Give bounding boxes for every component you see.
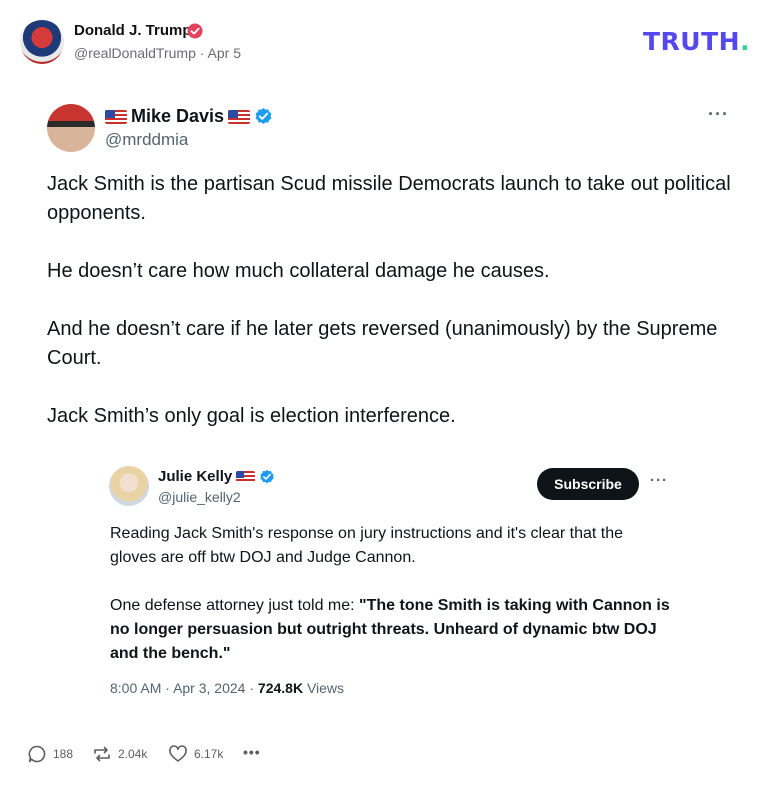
tweet-body: Jack Smith is the partisan Scud missile … bbox=[47, 170, 737, 460]
quoted-time: 8:00 AM bbox=[110, 680, 162, 696]
quoted-author-name-row: Julie Kelly bbox=[158, 468, 275, 485]
tweet-paragraph: Jack Smith is the partisan Scud missile … bbox=[47, 173, 731, 224]
tweet-paragraph: He doesn’t care how much collateral dama… bbox=[47, 260, 550, 282]
views-label: Views bbox=[306, 680, 345, 696]
subscribe-button: Subscribe bbox=[537, 468, 639, 500]
tweet-author-handle: @mrddmia bbox=[105, 130, 189, 149]
quoted-paragraph: One defense attorney just told me: "The … bbox=[110, 594, 670, 666]
like-count: 6.17k bbox=[194, 747, 224, 761]
quoted-date: Apr 3, 2024 bbox=[173, 680, 246, 696]
us-flag-icon bbox=[236, 470, 256, 483]
heart-icon bbox=[169, 745, 187, 762]
quoted-paragraph-prefix: One defense attorney just told me: bbox=[110, 597, 360, 614]
post-date[interactable]: Apr 5 bbox=[208, 45, 241, 61]
author-handle[interactable]: @realDonaldTrump bbox=[74, 45, 196, 61]
verified-badge-blue-icon bbox=[255, 108, 272, 124]
retruth-icon bbox=[94, 746, 110, 762]
verified-badge-blue-icon bbox=[260, 469, 274, 483]
reply-button[interactable]: 188 bbox=[27, 744, 73, 764]
quoted-author-handle: @julie_kelly2 bbox=[158, 489, 241, 505]
views-count: 724.8K bbox=[257, 680, 304, 696]
tweet-author-name-row: Mike Davis bbox=[105, 106, 273, 127]
comment-icon bbox=[28, 745, 46, 763]
us-flag-icon bbox=[105, 109, 127, 124]
author-avatar[interactable] bbox=[20, 20, 64, 64]
tweet-author-avatar bbox=[47, 104, 95, 152]
truth-logo[interactable]: TRUTH. bbox=[643, 27, 750, 56]
retruth-button[interactable]: 2.04k bbox=[92, 744, 147, 764]
quoted-tweet-meta: 8:00 AM · Apr 3, 2024 · 724.8K Views bbox=[110, 680, 344, 696]
author-meta: @realDonaldTrump · Apr 5 bbox=[74, 45, 241, 61]
quoted-author-avatar bbox=[109, 466, 149, 506]
quoted-more-icon: ··· bbox=[650, 472, 668, 489]
quoted-author-name: Julie Kelly bbox=[158, 468, 233, 485]
verified-badge-pink-icon bbox=[187, 23, 203, 39]
brand-text: TRUTH bbox=[643, 27, 741, 56]
meta-separator: · bbox=[165, 680, 170, 696]
quoted-paragraph: Reading Jack Smith's response on jury in… bbox=[110, 525, 624, 566]
like-button[interactable]: 6.17k bbox=[168, 744, 223, 764]
brand-dot: . bbox=[740, 27, 751, 56]
retruth-count: 2.04k bbox=[118, 747, 148, 761]
quoted-tweet-body: Reading Jack Smith's response on jury in… bbox=[110, 522, 670, 690]
tweet-paragraph: Jack Smith’s only goal is election inter… bbox=[47, 405, 456, 427]
meta-separator: · bbox=[249, 680, 255, 696]
author-name[interactable]: Donald J. Trump bbox=[74, 22, 192, 39]
reply-count: 188 bbox=[53, 747, 74, 761]
tweet-paragraph: And he doesn’t care if he later gets rev… bbox=[47, 318, 718, 369]
tweet-author-name: Mike Davis bbox=[131, 106, 225, 126]
us-flag-icon bbox=[228, 109, 251, 124]
tweet-more-icon: ··· bbox=[708, 104, 729, 124]
more-options-icon[interactable]: ••• bbox=[243, 744, 261, 760]
meta-separator: · bbox=[199, 45, 205, 61]
